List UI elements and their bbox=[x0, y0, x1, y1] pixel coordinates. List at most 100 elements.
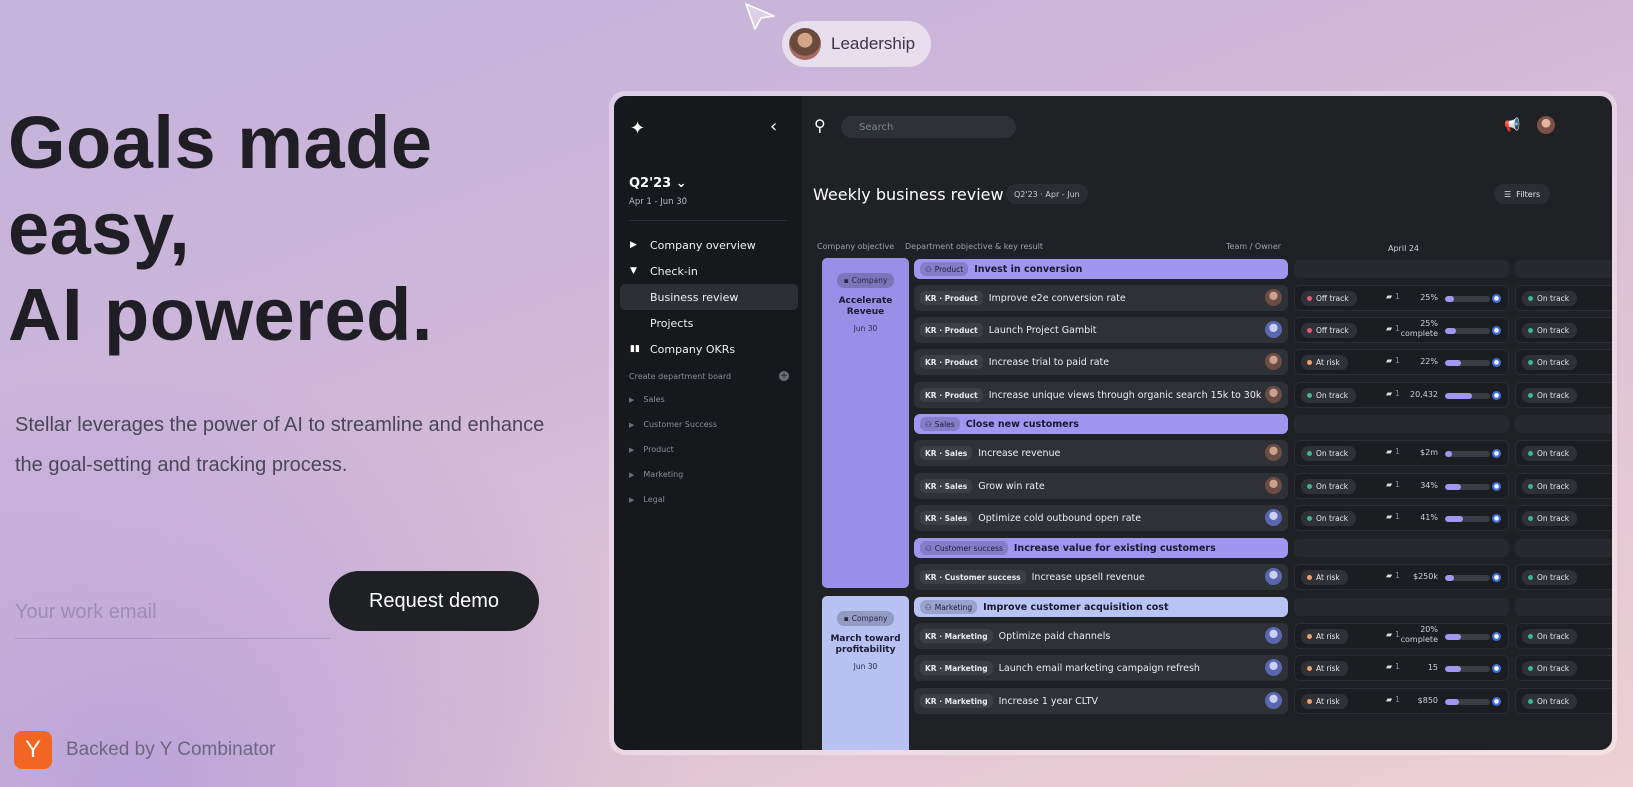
sidebar-item-company-overview[interactable]: ▶ Company overview bbox=[620, 232, 798, 258]
quarter-selector[interactable]: Q2'23 ⌄ bbox=[629, 176, 687, 191]
owner-avatar[interactable] bbox=[1265, 659, 1282, 676]
status-pill[interactable]: At risk bbox=[1301, 661, 1348, 676]
key-result-card[interactable]: KR · Product Improve e2e conversion rate bbox=[914, 285, 1288, 311]
status-cell[interactable]: Off track ▰ 1 25% complete ● bbox=[1294, 317, 1509, 343]
status-cell[interactable]: At risk ▰ 1 15 ● bbox=[1294, 655, 1509, 681]
status-pill[interactable]: At risk bbox=[1301, 629, 1348, 644]
search-icon[interactable]: ⚲ bbox=[814, 116, 826, 135]
status-cell[interactable]: On track ▰ 1 41% ● bbox=[1294, 505, 1509, 531]
owner-avatar[interactable] bbox=[1265, 627, 1282, 644]
status-pill[interactable]: Off track bbox=[1301, 291, 1357, 306]
status-pill[interactable]: On track bbox=[1301, 479, 1357, 494]
create-department-board[interactable]: Create department board + bbox=[629, 371, 789, 381]
status-pill[interactable]: On track bbox=[1522, 291, 1578, 306]
key-result-card[interactable]: KR · Sales Grow win rate bbox=[914, 473, 1288, 499]
status-cell[interactable]: On track bbox=[1515, 440, 1612, 466]
comment-count[interactable]: ▰ 1 bbox=[1386, 630, 1400, 639]
status-pill[interactable]: At risk bbox=[1301, 570, 1348, 585]
sidebar-item-company-okrs[interactable]: ▮▮ Company OKRs bbox=[620, 336, 798, 362]
status-pill[interactable]: At risk bbox=[1301, 355, 1348, 370]
key-result-card[interactable]: KR · Customer success Increase upsell rev… bbox=[914, 564, 1288, 590]
status-pill[interactable]: On track bbox=[1301, 511, 1357, 526]
owner-avatar[interactable] bbox=[1265, 477, 1282, 494]
company-objective-card[interactable]: ▪ Company Accelerate Reveue Jun 30 bbox=[822, 258, 909, 588]
comment-count[interactable]: ▰ 1 bbox=[1386, 662, 1400, 671]
status-pill[interactable]: On track bbox=[1522, 694, 1578, 709]
comment-count[interactable]: ▰ 1 bbox=[1386, 695, 1400, 704]
status-pill[interactable]: On track bbox=[1301, 446, 1357, 461]
owner-avatar[interactable] bbox=[1265, 568, 1282, 585]
status-cell[interactable]: On track ▰ 1 34% ● bbox=[1294, 473, 1509, 499]
department-objective-card[interactable]: ⚇ Customer success Increase value for exis… bbox=[914, 538, 1288, 558]
owner-avatar[interactable] bbox=[1265, 321, 1282, 338]
status-cell[interactable]: On track bbox=[1515, 623, 1612, 649]
sidebar-item-product[interactable]: ▶ Product bbox=[629, 437, 717, 462]
status-cell[interactable]: On track ▰ 1 20,432 ● bbox=[1294, 382, 1509, 408]
sidebar-item-marketing[interactable]: ▶ Marketing bbox=[629, 462, 717, 487]
sidebar-item-business-review[interactable]: Business review bbox=[620, 284, 798, 310]
status-cell[interactable]: On track bbox=[1515, 285, 1612, 311]
owner-avatar[interactable] bbox=[1265, 692, 1282, 709]
status-cell[interactable]: On track bbox=[1515, 564, 1612, 590]
search-input[interactable] bbox=[841, 116, 1016, 138]
key-result-card[interactable]: KR · Marketing Launch email marketing cam… bbox=[914, 655, 1288, 681]
email-field[interactable] bbox=[15, 587, 330, 639]
sidebar-item-sales[interactable]: ▶ Sales bbox=[629, 387, 717, 412]
request-demo-button[interactable]: Request demo bbox=[329, 571, 539, 631]
status-cell[interactable]: On track bbox=[1515, 473, 1612, 499]
comment-count[interactable]: ▰ 1 bbox=[1386, 480, 1400, 489]
comment-count[interactable]: ▰ 1 bbox=[1386, 571, 1400, 580]
filters-button[interactable]: ☰ Filters bbox=[1494, 184, 1551, 204]
notification-icon[interactable]: 📢 bbox=[1504, 118, 1520, 133]
status-cell[interactable]: On track bbox=[1515, 688, 1612, 714]
sidebar-item-customer-success[interactable]: ▶ Customer Success bbox=[629, 412, 717, 437]
status-cell[interactable]: On track bbox=[1515, 317, 1612, 343]
status-pill[interactable]: At risk bbox=[1301, 694, 1348, 709]
plus-icon[interactable]: + bbox=[779, 371, 789, 381]
sidebar-item-check-in[interactable]: ▼ Check-in bbox=[620, 258, 798, 284]
comment-count[interactable]: ▰ 1 bbox=[1386, 512, 1400, 521]
status-pill[interactable]: On track bbox=[1522, 661, 1578, 676]
status-cell[interactable]: On track ▰ 1 $2m ● bbox=[1294, 440, 1509, 466]
status-pill[interactable]: Off track bbox=[1301, 323, 1357, 338]
key-result-card[interactable]: KR · Sales Optimize cold outbound open ra… bbox=[914, 505, 1288, 531]
status-pill[interactable]: On track bbox=[1522, 446, 1578, 461]
status-pill[interactable]: On track bbox=[1522, 570, 1578, 585]
key-result-card[interactable]: KR · Product Increase trial to paid rate bbox=[914, 349, 1288, 375]
status-pill[interactable]: On track bbox=[1522, 355, 1578, 370]
company-objective-card[interactable]: ▪ Company March toward profitability Jun … bbox=[822, 596, 909, 750]
owner-avatar[interactable] bbox=[1265, 444, 1282, 461]
chevron-left-icon[interactable]: ‹ bbox=[770, 116, 777, 137]
status-pill[interactable]: On track bbox=[1522, 479, 1578, 494]
owner-avatar[interactable] bbox=[1265, 289, 1282, 306]
status-cell[interactable]: Off track ▰ 1 25% ● bbox=[1294, 285, 1509, 311]
status-pill[interactable]: On track bbox=[1522, 323, 1578, 338]
key-result-card[interactable]: KR · Marketing Optimize paid channels bbox=[914, 623, 1288, 649]
key-result-card[interactable]: KR · Marketing Increase 1 year CLTV bbox=[914, 688, 1288, 714]
department-objective-card[interactable]: ⚇ Product Invest in conversion bbox=[914, 259, 1288, 279]
status-pill[interactable]: On track bbox=[1522, 388, 1578, 403]
status-cell[interactable]: On track bbox=[1515, 505, 1612, 531]
sidebar-item-projects[interactable]: Projects bbox=[620, 310, 798, 336]
owner-avatar[interactable] bbox=[1265, 386, 1282, 403]
comment-count[interactable]: ▰ 1 bbox=[1386, 292, 1400, 301]
key-result-card[interactable]: KR · Product Launch Project Gambit bbox=[914, 317, 1288, 343]
owner-avatar[interactable] bbox=[1265, 509, 1282, 526]
avatar[interactable] bbox=[1537, 116, 1555, 134]
status-pill[interactable]: On track bbox=[1522, 511, 1578, 526]
owner-avatar[interactable] bbox=[1265, 353, 1282, 370]
status-cell[interactable]: At risk ▰ 1 $850 ● bbox=[1294, 688, 1509, 714]
quarter-pill[interactable]: Q2'23 · Apr - Jun bbox=[1006, 184, 1088, 204]
status-cell[interactable]: At risk ▰ 1 20% complete ● bbox=[1294, 623, 1509, 649]
status-pill[interactable]: On track bbox=[1522, 629, 1578, 644]
status-cell[interactable]: On track bbox=[1515, 349, 1612, 375]
comment-count[interactable]: ▰ 1 bbox=[1386, 356, 1400, 365]
department-objective-card[interactable]: ⚇ Marketing Improve customer acquisition c… bbox=[914, 597, 1288, 617]
status-pill[interactable]: On track bbox=[1301, 388, 1357, 403]
department-objective-card[interactable]: ⚇ Sales Close new customers bbox=[914, 414, 1288, 434]
comment-count[interactable]: ▰ 1 bbox=[1386, 389, 1400, 398]
status-cell[interactable]: On track bbox=[1515, 655, 1612, 681]
key-result-card[interactable]: KR · Sales Increase revenue bbox=[914, 440, 1288, 466]
comment-count[interactable]: ▰ 1 bbox=[1386, 324, 1400, 333]
status-cell[interactable]: On track bbox=[1515, 382, 1612, 408]
